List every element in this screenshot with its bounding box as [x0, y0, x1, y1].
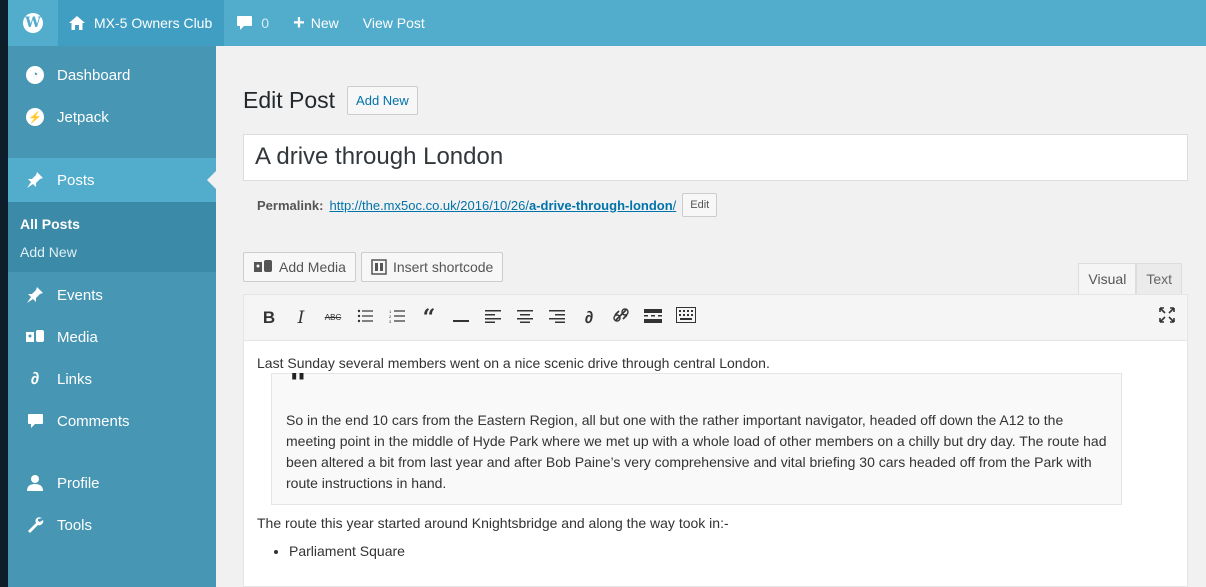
sidebar-item-dashboard[interactable]: ◔ Dashboard	[8, 54, 216, 96]
sidebar-item-comments[interactable]: Comments	[8, 400, 216, 442]
insert-shortcode-button[interactable]: Insert shortcode	[360, 252, 504, 282]
sidebar-item-label: Events	[57, 286, 103, 304]
media-icon	[254, 260, 272, 272]
edit-permalink-button[interactable]: Edit	[682, 193, 718, 217]
bold-icon[interactable]: B	[260, 308, 278, 328]
sidebar-item-label: Tools	[57, 516, 93, 534]
editor-tabs: Visual Text	[1078, 263, 1182, 294]
submenu-all-posts[interactable]: All Posts	[8, 210, 216, 238]
route-list: Parliament Square	[257, 543, 1174, 559]
site-name: MX-5 Owners Club	[94, 15, 213, 31]
svg-text:3: 3	[389, 319, 392, 323]
sidebar-item-jetpack[interactable]: ⚡ Jetpack	[8, 96, 216, 138]
comments-link[interactable]: 0	[224, 0, 281, 46]
sidebar-item-label: Comments	[57, 412, 130, 430]
jetpack-icon: ⚡	[25, 107, 45, 127]
admin-bar: W MX-5 Owners Club 0 + New View Post	[8, 0, 1206, 46]
sidebar-item-label: Dashboard	[57, 66, 131, 84]
align-left-icon[interactable]	[484, 308, 502, 328]
page-heading: Edit Post Add New	[243, 86, 418, 115]
sidebar-item-label: Links	[57, 370, 93, 388]
paragraph: The route this year started around Knigh…	[257, 515, 729, 531]
permalink-row: Permalink: http://the.mx5oc.co.uk/2016/1…	[257, 193, 718, 217]
align-center-icon[interactable]	[516, 308, 534, 328]
numbered-list-icon[interactable]: 123	[388, 308, 406, 328]
paragraph: Last Sunday several members went on a ni…	[257, 355, 770, 371]
italic-icon[interactable]: I	[292, 308, 310, 328]
post-editor[interactable]: B I ABC 123 “ ∂ Last Sunday several memb…	[243, 294, 1188, 587]
page-title: Edit Post	[243, 87, 336, 113]
shortcode-icon	[371, 259, 387, 275]
permalink-label: Permalink:	[257, 197, 324, 213]
new-content-link[interactable]: + New	[281, 0, 351, 46]
comment-icon	[25, 411, 45, 431]
align-right-icon[interactable]	[548, 308, 566, 328]
toolbar-toggle-icon[interactable]	[676, 307, 696, 328]
permalink-base: http://the.mx5oc.co.uk/2016/10/26/	[329, 197, 529, 213]
add-new-button[interactable]: Add New	[347, 86, 418, 115]
sidebar-item-label: Media	[57, 328, 98, 346]
sidebar-item-label: Jetpack	[57, 108, 109, 126]
admin-sidebar: ◔ Dashboard ⚡ Jetpack Posts All Posts Ad…	[8, 46, 216, 587]
sidebar-item-label: Posts	[57, 171, 95, 189]
sidebar-item-events[interactable]: Events	[8, 274, 216, 316]
strikethrough-icon[interactable]: ABC	[324, 313, 342, 322]
read-more-icon[interactable]	[644, 308, 662, 328]
wordpress-menu[interactable]: W	[8, 0, 58, 46]
permalink-end: /	[672, 197, 677, 213]
post-title-input[interactable]: A drive through London	[243, 134, 1188, 181]
submenu-add-new[interactable]: Add New	[8, 238, 216, 266]
site-name-link[interactable]: MX-5 Owners Club	[58, 0, 225, 46]
sidebar-item-profile[interactable]: Profile	[8, 462, 216, 504]
media-buttons: Add Media Insert shortcode	[243, 252, 504, 282]
view-post-label: View Post	[362, 15, 425, 31]
sidebar-item-links[interactable]: ∂ Links	[8, 358, 216, 400]
fullscreen-icon[interactable]	[1159, 307, 1175, 328]
add-media-label: Add Media	[279, 259, 346, 275]
wordpress-icon: W	[23, 13, 43, 33]
user-icon	[25, 473, 45, 493]
sidebar-item-media[interactable]: Media	[8, 316, 216, 358]
media-icon	[25, 327, 45, 347]
sidebar-item-posts[interactable]: Posts	[8, 158, 216, 202]
view-post-link[interactable]: View Post	[351, 0, 437, 46]
blockquote-icon[interactable]: “	[420, 307, 438, 329]
sidebar-item-tools[interactable]: Tools	[8, 504, 216, 546]
dashboard-icon: ◔	[25, 65, 45, 85]
plus-icon: +	[293, 11, 305, 34]
sidebar-item-label: Profile	[57, 474, 100, 492]
editor-toolbar: B I ABC 123 “ ∂	[244, 295, 1187, 341]
window-edge	[0, 0, 8, 587]
blockquote: So in the end 10 cars from the Eastern R…	[271, 373, 1122, 505]
editor-content[interactable]: Last Sunday several members went on a ni…	[244, 341, 1187, 573]
tab-text[interactable]: Text	[1136, 263, 1182, 294]
main-content: Edit Post Add New A drive through London…	[216, 46, 1206, 587]
list-item: Parliament Square	[289, 543, 1174, 559]
permalink-slug: a-drive-through-london	[528, 197, 673, 213]
comment-icon	[237, 16, 253, 30]
bullet-list-icon[interactable]	[356, 308, 374, 328]
link-icon[interactable]: ∂	[580, 308, 598, 328]
link-icon: ∂	[30, 369, 40, 388]
home-icon	[69, 16, 85, 30]
new-label: New	[310, 15, 339, 31]
horizontal-line-icon[interactable]	[452, 308, 470, 328]
posts-submenu: All Posts Add New	[8, 202, 216, 272]
comments-count: 0	[261, 15, 270, 31]
pin-icon	[25, 170, 45, 190]
insert-shortcode-label: Insert shortcode	[392, 259, 494, 275]
add-media-button[interactable]: Add Media	[243, 252, 356, 282]
tab-visual[interactable]: Visual	[1078, 263, 1137, 294]
unlink-icon[interactable]	[612, 306, 630, 329]
pin-icon	[25, 285, 45, 305]
wrench-icon	[25, 515, 45, 535]
permalink-link[interactable]: http://the.mx5oc.co.uk/2016/10/26/a-driv…	[329, 198, 676, 213]
